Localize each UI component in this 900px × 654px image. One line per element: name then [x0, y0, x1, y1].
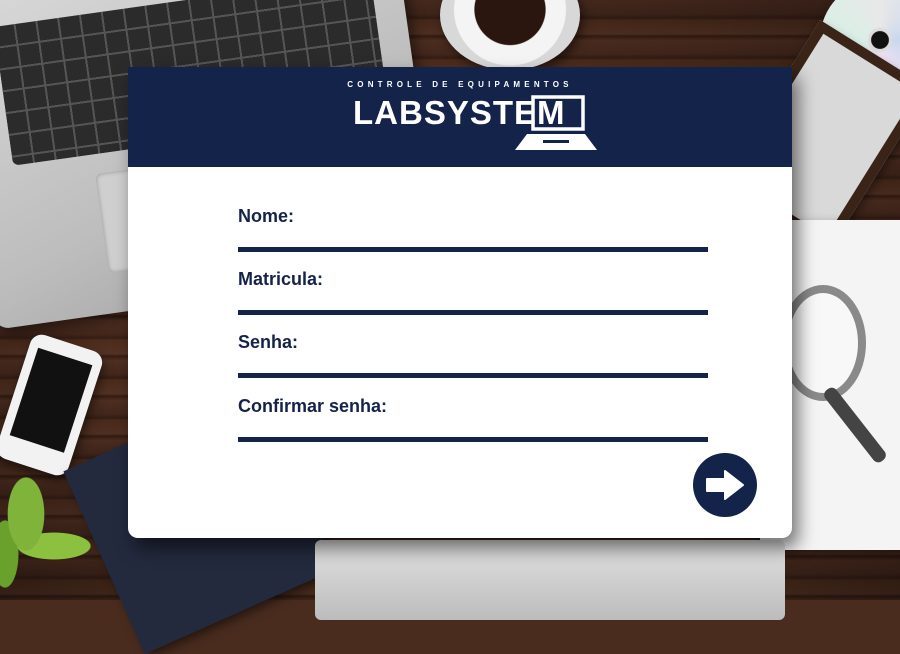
magnifier-image	[780, 285, 866, 401]
laptop-logo-icon	[515, 95, 597, 150]
matricula-input[interactable]	[238, 292, 708, 315]
matricula-label: Matricula:	[238, 269, 324, 289]
registration-card: CONTROLE DE EQUIPAMENTOS LABSYSTEM Nome:…	[128, 67, 792, 538]
matricula-field-group: Matricula:	[238, 269, 708, 315]
submit-button[interactable]	[693, 453, 757, 517]
password-label: Senha:	[238, 332, 299, 352]
tablet-image	[315, 540, 785, 620]
confirm-password-field-group: Confirmar senha:	[238, 396, 708, 442]
password-input[interactable]	[238, 355, 708, 378]
logo-subtitle: CONTROLE DE EQUIPAMENTOS	[347, 80, 573, 89]
plant-image	[0, 450, 110, 610]
name-input[interactable]	[238, 229, 708, 252]
name-label: Nome:	[238, 206, 295, 226]
password-field-group: Senha:	[238, 332, 708, 378]
name-field-group: Nome:	[238, 206, 708, 252]
confirm-password-input[interactable]	[238, 419, 708, 442]
card-header: CONTROLE DE EQUIPAMENTOS LABSYSTEM	[128, 67, 792, 167]
confirm-password-label: Confirmar senha:	[238, 396, 388, 416]
arrow-right-icon	[706, 470, 744, 500]
logo: LABSYSTEM	[353, 90, 598, 152]
